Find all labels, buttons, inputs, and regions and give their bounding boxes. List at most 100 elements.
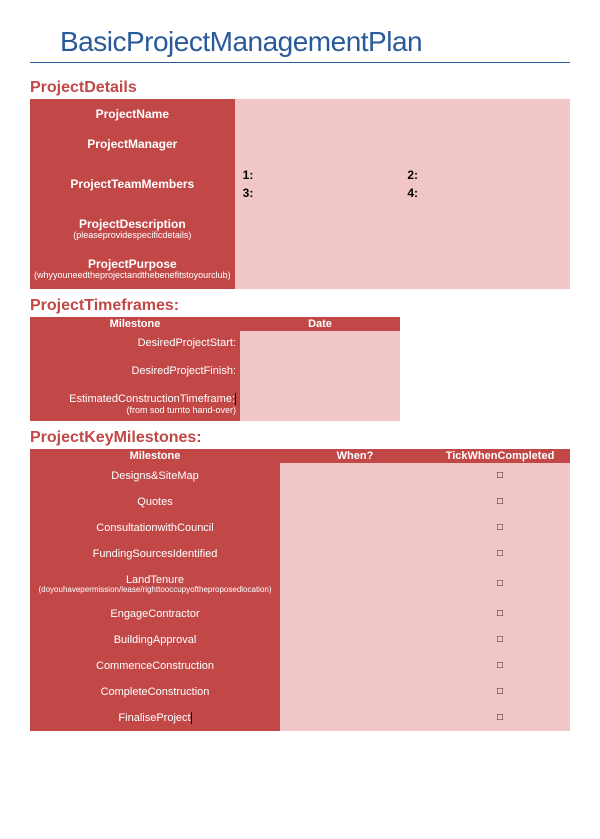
details-value[interactable] xyxy=(235,249,570,289)
page-title: BasicProjectManagementPlan xyxy=(60,26,570,58)
ms-tick[interactable]: □ xyxy=(430,679,570,705)
details-label: ProjectManager xyxy=(30,129,235,159)
ms-when[interactable] xyxy=(280,515,430,541)
table-row: LandTenure (doyouhavepermission/lease/ri… xyxy=(30,567,570,601)
team-member-2[interactable]: 2: xyxy=(407,168,562,182)
label-text: Quotes xyxy=(137,496,172,508)
team-member-1[interactable]: 1: xyxy=(243,168,398,182)
th-tick: TickWhenCompleted xyxy=(430,449,570,463)
team-grid: 1: 2: 3: 4: xyxy=(243,168,562,200)
ms-when[interactable] xyxy=(280,463,430,489)
details-value[interactable] xyxy=(235,99,570,129)
table-row: EstimatedConstructionTimeframe: (from so… xyxy=(30,387,400,421)
table-row: ProjectManager xyxy=(30,129,570,159)
details-value[interactable] xyxy=(235,129,570,159)
table-row: Designs&SiteMap □ xyxy=(30,463,570,489)
table-row: EngageContractor □ xyxy=(30,601,570,627)
ms-tick[interactable]: □ xyxy=(430,515,570,541)
ms-label: Designs&SiteMap xyxy=(30,463,280,489)
project-details-table: ProjectName ProjectManager ProjectTeamMe… xyxy=(30,99,570,289)
ms-when[interactable] xyxy=(280,601,430,627)
label-text: FundingSourcesIdentified xyxy=(93,548,218,560)
section-heading-details: ProjectDetails xyxy=(30,79,570,97)
ms-tick[interactable]: □ xyxy=(430,705,570,731)
table-row: FinaliseProject □ xyxy=(30,705,570,731)
label-text: BuildingApproval xyxy=(114,634,197,646)
ms-label: CompleteConstruction xyxy=(30,679,280,705)
milestones-table: Milestone When? TickWhenCompleted Design… xyxy=(30,449,570,731)
table-row: ProjectDescription (pleaseprovidespecifi… xyxy=(30,209,570,249)
timeframes-header: Milestone Date xyxy=(30,317,400,331)
team-member-3[interactable]: 3: xyxy=(243,186,398,200)
ms-tick[interactable]: □ xyxy=(430,627,570,653)
ms-label: LandTenure (doyouhavepermission/lease/ri… xyxy=(30,567,280,601)
team-member-4[interactable]: 4: xyxy=(407,186,562,200)
details-label: ProjectDescription (pleaseprovidespecifi… xyxy=(30,209,235,249)
ms-when[interactable] xyxy=(280,679,430,705)
label-text: CommenceConstruction xyxy=(96,660,214,672)
tf-value[interactable] xyxy=(240,387,400,421)
table-row: Quotes □ xyxy=(30,489,570,515)
tf-label: DesiredProjectFinish: xyxy=(30,355,240,387)
label-text: LandTenure xyxy=(126,574,184,586)
ms-tick[interactable]: □ xyxy=(430,601,570,627)
ms-when[interactable] xyxy=(280,653,430,679)
tf-value[interactable] xyxy=(240,355,400,387)
ms-label: FinaliseProject xyxy=(30,705,280,731)
label-sub: (doyouhavepermission/lease/righttooccupy… xyxy=(34,586,276,594)
details-value[interactable]: 1: 2: 3: 4: xyxy=(235,159,570,209)
label-text: DesiredProjectFinish: xyxy=(131,365,236,377)
label-text: DesiredProjectStart: xyxy=(138,337,236,349)
title-rule xyxy=(30,62,570,63)
table-row: FundingSourcesIdentified □ xyxy=(30,541,570,567)
ms-when[interactable] xyxy=(280,489,430,515)
table-row: CompleteConstruction □ xyxy=(30,679,570,705)
ms-when[interactable] xyxy=(280,541,430,567)
table-row: DesiredProjectFinish: xyxy=(30,355,400,387)
label-sub: (pleaseprovidespecificdetails) xyxy=(34,231,231,241)
ms-when[interactable] xyxy=(280,705,430,731)
ms-tick[interactable]: □ xyxy=(430,463,570,489)
timeframes-container: Milestone Date DesiredProjectStart: Desi… xyxy=(30,317,400,421)
details-label: ProjectPurpose (whyyouneedtheprojectandt… xyxy=(30,249,235,289)
ms-when[interactable] xyxy=(280,627,430,653)
ms-label: FundingSourcesIdentified xyxy=(30,541,280,567)
details-label: ProjectName xyxy=(30,99,235,129)
ms-tick[interactable]: □ xyxy=(430,489,570,515)
th-milestone: Milestone xyxy=(30,449,280,463)
ms-when[interactable] xyxy=(280,567,430,601)
table-row: DesiredProjectStart: xyxy=(30,331,400,355)
tf-value[interactable] xyxy=(240,331,400,355)
table-row: ProjectName xyxy=(30,99,570,129)
th-milestone: Milestone xyxy=(30,317,240,331)
label-text: EngageContractor xyxy=(110,608,199,620)
ms-label: EngageContractor xyxy=(30,601,280,627)
label-text: CompleteConstruction xyxy=(101,686,210,698)
ms-label: ConsultationwithCouncil xyxy=(30,515,280,541)
table-row: ProjectTeamMembers 1: 2: 3: 4: xyxy=(30,159,570,209)
label-sub: (whyyouneedtheprojectandthebenefitstoyou… xyxy=(34,271,231,281)
label-text: ConsultationwithCouncil xyxy=(96,522,213,534)
table-row: CommenceConstruction □ xyxy=(30,653,570,679)
table-row: BuildingApproval □ xyxy=(30,627,570,653)
th-when: When? xyxy=(280,449,430,463)
label-text: FinaliseProject xyxy=(118,712,191,724)
label-text: ProjectManager xyxy=(87,137,177,151)
ms-tick[interactable]: □ xyxy=(430,567,570,601)
label-text: Designs&SiteMap xyxy=(111,470,198,482)
page-container: BasicProjectManagementPlan ProjectDetail… xyxy=(0,0,600,749)
label-text: ProjectPurpose xyxy=(88,257,177,271)
label-text: ProjectDescription xyxy=(79,217,186,231)
tf-label: EstimatedConstructionTimeframe: (from so… xyxy=(30,387,240,421)
ms-tick[interactable]: □ xyxy=(430,653,570,679)
details-value[interactable] xyxy=(235,209,570,249)
ms-tick[interactable]: □ xyxy=(430,541,570,567)
ms-label: CommenceConstruction xyxy=(30,653,280,679)
table-row: ProjectPurpose (whyyouneedtheprojectandt… xyxy=(30,249,570,289)
label-sub: (from sod turnto hand-over) xyxy=(34,405,236,415)
details-label: ProjectTeamMembers xyxy=(30,159,235,209)
label-text: ProjectTeamMembers xyxy=(70,177,194,191)
table-header-row: Milestone When? TickWhenCompleted xyxy=(30,449,570,463)
ms-label: Quotes xyxy=(30,489,280,515)
th-date: Date xyxy=(240,317,400,331)
